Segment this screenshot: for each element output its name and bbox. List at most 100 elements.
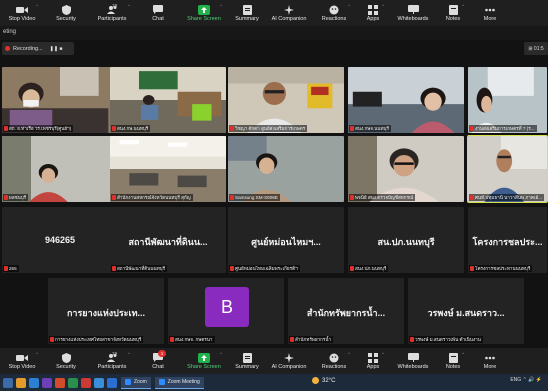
chevron-up-icon[interactable]: ^ [348, 3, 350, 8]
system-tray[interactable]: ENG ⌃ 🔊 ⚡ [510, 377, 542, 383]
edge-icon[interactable] [29, 377, 39, 388]
app-icon[interactable] [68, 377, 78, 388]
apps-button[interactable]: Apps ^ [356, 0, 390, 26]
participant-name-label: สถานีพัฒนาที่ดินนนทบุรี [111, 265, 168, 272]
app-icon[interactable] [55, 377, 65, 388]
video-tile[interactable]: สนง.กษจ.นนทบุรี [348, 67, 464, 133]
participant-name-label: สำนักทรัพยากรน้ำ [289, 336, 334, 343]
chevron-up-icon[interactable]: ^ [382, 351, 384, 356]
summary-button[interactable]: Summary [228, 348, 266, 374]
share-screen-button[interactable]: Share Screen ^ [180, 348, 228, 374]
toolbar-label: Summary [235, 363, 259, 370]
chevron-up-icon[interactable]: ^ [36, 351, 38, 356]
name-tile[interactable]: สถานีพัฒนาที่ดินน... สถานีพัฒนาที่ดินนนทบ… [110, 207, 226, 273]
participant-name-text: การยางแห่งประเทศไทยสาขาจังหวัดนนทบุรี [55, 337, 142, 342]
chevron-up-icon[interactable]: ^ [128, 351, 130, 356]
participant-name-label: ศูนย์หม่อนไหมเฉลิมพระเกียรติฯ [229, 265, 300, 272]
security-button[interactable]: Security [44, 348, 88, 374]
notes-button[interactable]: Notes ^ [436, 348, 470, 374]
name-tile[interactable]: สำนักทรัพยากรน้ำ... สำนักทรัพยากรน้ำ [288, 278, 404, 344]
more-button[interactable]: More [470, 348, 510, 374]
apps-button[interactable]: Apps ^ [356, 348, 390, 374]
participant-name-text: สนง.กษจ. กษตรนา [175, 337, 213, 342]
name-tile[interactable]: สน.ปภ.นนทบุรี สนง.ปภ.นนทบุรี [348, 207, 464, 273]
participants-button[interactable]: Participants 19 ^ [88, 0, 136, 26]
taskbar-zoom-meeting[interactable]: Zoom Meeting [154, 376, 204, 389]
video-tile[interactable]: สำนักงานสหกรณ์จังหวัดนนทบุรี สุกัญ [110, 136, 226, 202]
participant-name-label: ผลชนบุรี [3, 194, 29, 201]
recording-controls[interactable]: ❚❚ ■ [50, 46, 63, 52]
video-tile[interactable]: Samsung SM-S908E [228, 136, 344, 202]
stop-video-button[interactable]: Stop Video ^ [0, 0, 44, 26]
app-icon[interactable] [42, 377, 52, 388]
video-tile[interactable]: พจนีย์ สนง.ตรวจบัญชีสหกรณ์ [348, 136, 464, 202]
summary-button[interactable]: Summary [228, 0, 266, 26]
name-tile[interactable]: ศูนย์หม่อนไหมฯ... ศูนย์หม่อนไหมเฉลิมพระเก… [228, 207, 344, 273]
chat-button[interactable]: Chat 1 [136, 348, 180, 374]
video-feed [228, 136, 344, 202]
participant-name-label: 265 [3, 265, 19, 272]
video-tile[interactable]: วิชญา ศักดา สูนย์ส่งเสริมการเกษตร [228, 67, 344, 133]
chevron-up-icon[interactable]: ^ [128, 3, 130, 8]
chevron-up-icon[interactable]: ^ [348, 351, 350, 356]
reactions-button[interactable]: Reactions ^ [312, 0, 356, 26]
whiteboards-button[interactable]: Whiteboards [390, 348, 436, 374]
participant-display-name: 946265 [44, 235, 76, 245]
chevron-up-icon[interactable]: ^ [462, 3, 464, 8]
video-tile[interactable]: สถ. อ.ท่าเรือ วร.เพชรบุรี(ศูนย์ฯ) [2, 67, 118, 133]
chevron-up-icon[interactable]: ^ [382, 3, 384, 8]
toolbar-label: Security [56, 363, 76, 370]
participant-name-label: การยางแห่งประเทศไทยสาขาจังหวัดนนทบุรี [49, 336, 144, 343]
stop-video-button[interactable]: Stop Video ^ [0, 348, 44, 374]
file-explorer-icon[interactable] [16, 377, 26, 388]
name-tile[interactable]: วรพงษ์ ม.สนดราว... วรพงษ์ ม.สนดราวเพ้น ดำ… [408, 278, 524, 344]
video-tile[interactable]: สนง.กษ.นนทบุรี [110, 67, 226, 133]
participant-display-name: การยางแห่งประเท... [66, 308, 146, 318]
muted-mic-icon [470, 126, 474, 131]
taskbar-zoom[interactable]: Zoom [121, 376, 151, 389]
app-icon[interactable] [94, 377, 104, 388]
muted-mic-icon [410, 337, 414, 342]
toolbar-label: Whiteboards [397, 15, 429, 22]
toolbar-label: Chat [152, 15, 164, 22]
chevron-up-icon[interactable]: ^ [220, 351, 222, 356]
name-tile[interactable]: โครงการชลประ... โครงการชลประทานนนทบุรี [468, 207, 547, 273]
weather-widget[interactable]: 32°C [312, 377, 335, 384]
more-button[interactable]: More [470, 0, 510, 26]
participant-name-label: วรพงษ์ ม.สนดราวเพ้น ดำเนินงาน [409, 336, 483, 343]
muted-mic-icon [112, 266, 116, 271]
ai-companion-button[interactable]: AI Companion [266, 348, 312, 374]
video-tile[interactable]: ผลชนบุรี [2, 136, 118, 202]
share-screen-button[interactable]: Share Screen ^ [180, 0, 228, 26]
start-icon[interactable] [3, 377, 13, 388]
participant-name-text: สำนักงานสหกรณ์จังหวัดนนทบุรี สุกัญ [117, 195, 191, 200]
video-feed [348, 136, 464, 202]
video-camera-icon [16, 353, 28, 363]
whiteboards-button[interactable]: Whiteboards [390, 0, 436, 26]
name-tile[interactable]: B สนง.กษจ. กษตรนา [168, 278, 284, 344]
participant-name-label: ศนท์.ปทุมธานี นาวาสีนพ ภาคเอ้... [469, 194, 545, 201]
name-tile[interactable]: การยางแห่งประเท... การยางแห่งประเทศไทยสาข… [48, 278, 164, 344]
participant-name-label: สนง.กษ.นนทบุรี [111, 125, 151, 132]
recording-indicator[interactable]: Recording... ❚❚ ■ [2, 42, 74, 55]
view-button[interactable]: ⊞ 01:5 [524, 42, 548, 55]
chevron-up-icon[interactable]: ^ [462, 351, 464, 356]
name-tile[interactable]: 946265 265 [2, 207, 118, 273]
video-tile[interactable]: ศนท์.ปทุมธานี นาวาสีนพ ภาคเอ้... [467, 135, 548, 203]
recording-dot-icon [5, 46, 10, 51]
reactions-button[interactable]: Reactions ^ [312, 348, 356, 374]
chevron-up-icon[interactable]: ^ [36, 3, 38, 8]
security-button[interactable]: Security [44, 0, 88, 26]
apps-icon [367, 4, 379, 15]
video-tile[interactable]: งานส่งเสริมการเกษตรที่ 7 (ร... [468, 67, 547, 133]
participants-button[interactable]: Participants 19 ^ [88, 348, 136, 374]
notes-button[interactable]: Notes ^ [436, 0, 470, 26]
app-icon[interactable] [81, 377, 91, 388]
app-icon[interactable] [107, 377, 117, 388]
chat-button[interactable]: Chat [136, 0, 180, 26]
participant-name-text: สถ. อ.ท่าเรือ วร.เพชรบุรี(ศูนย์ฯ) [9, 126, 72, 131]
ai-companion-button[interactable]: AI Companion [266, 0, 312, 26]
taskbar-zoom-meeting-label: Zoom Meeting [167, 379, 200, 385]
video-feed [2, 136, 118, 202]
chevron-up-icon[interactable]: ^ [220, 3, 222, 8]
